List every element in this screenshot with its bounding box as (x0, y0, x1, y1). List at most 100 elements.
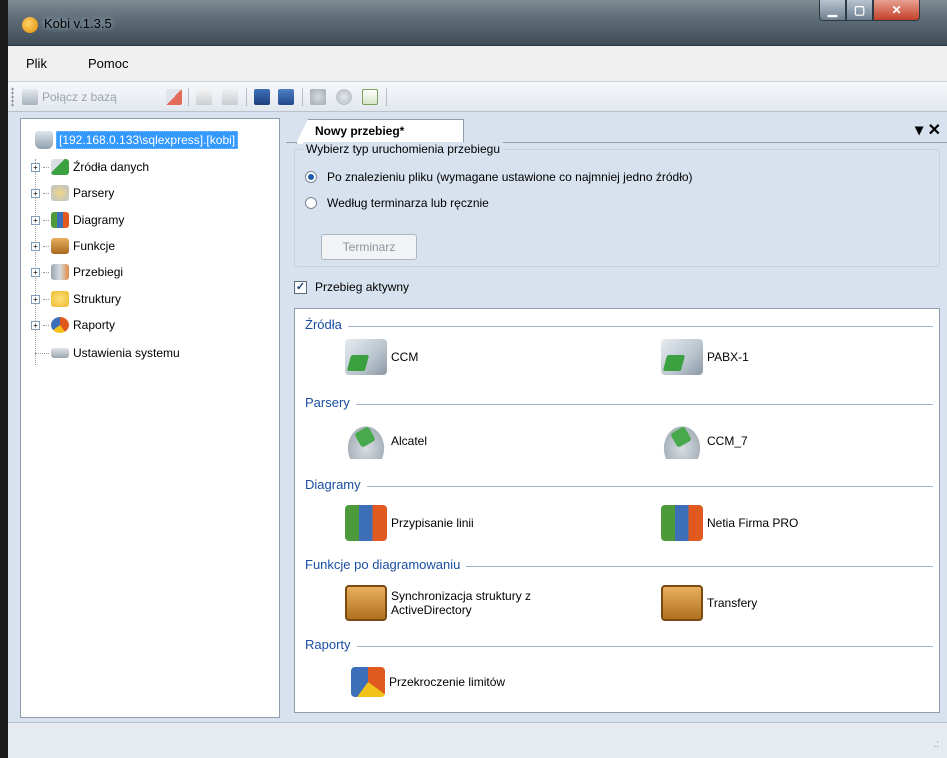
tab-nowy-przebieg[interactable]: Nowy przebieg* (296, 119, 464, 144)
function-box-icon (345, 585, 387, 621)
tree-item-diagramy[interactable]: + Diagramy (31, 210, 124, 230)
schedule-button[interactable]: Terminarz (321, 234, 417, 260)
radio-label: Według terminarza lub ręcznie (327, 196, 489, 210)
maximize-button[interactable]: ▢ (846, 0, 873, 21)
check-icon (222, 89, 238, 105)
disconnect-button[interactable] (166, 88, 182, 106)
tree-item-label: Raporty (73, 318, 116, 332)
tree-item-parsery[interactable]: + Parsery (31, 183, 114, 203)
app-window: Kobi v.1.3.5 ▁ ▢ ✕ Plik Pomoc Połącz z b… (8, 0, 947, 758)
function-item-sync-ad[interactable]: Synchronizacja struktury z ActiveDirecto… (345, 585, 575, 621)
parsers-icon (51, 185, 69, 201)
menu-bar: Plik Pomoc (8, 46, 947, 82)
minimize-button[interactable]: ▁ (819, 0, 846, 21)
run-summary-panel: Źródła CCM PABX-1 Parsery Alcatel CCM_7 (294, 308, 940, 713)
runs-icon (51, 264, 69, 280)
tree-item-ustawienia[interactable]: Ustawienia systemu (35, 343, 180, 363)
save-all-button[interactable] (278, 88, 294, 106)
gears-icon (336, 89, 352, 105)
check-button[interactable] (222, 88, 238, 106)
item-label: PABX-1 (707, 350, 749, 364)
section-heading: Diagramy (305, 477, 367, 492)
diagram-icon (345, 505, 387, 541)
tree-item-label: Źródła danych (73, 160, 150, 174)
tree-root-database[interactable]: [192.168.0.133\sqlexpress].[kobi] (35, 131, 239, 149)
tree-item-label: Przebiegi (73, 265, 124, 279)
source-item-ccm[interactable]: CCM (345, 339, 418, 375)
item-label: Netia Firma PRO (707, 516, 799, 530)
section-heading: Parsery (305, 395, 356, 410)
expand-toggle[interactable]: + (31, 294, 40, 304)
function-item-transfery[interactable]: Transfery (661, 585, 757, 621)
database-disconnect-icon (166, 89, 182, 105)
radio-selected-icon[interactable] (305, 171, 317, 183)
refresh-icon (362, 89, 378, 105)
item-label: Alcatel (391, 434, 428, 448)
menu-pomoc[interactable]: Pomoc (88, 56, 128, 71)
parser-icon (345, 423, 387, 459)
radio-on-file-found[interactable]: Po znalezieniu pliku (wymagane ustawione… (305, 170, 693, 184)
toolbar-separator (188, 88, 189, 106)
item-label: Przekroczenie limitów (389, 675, 506, 689)
toolbar: Połącz z bazą (8, 82, 947, 112)
database-connect-icon (22, 89, 38, 105)
radio-label: Po znalezieniu pliku (wymagane ustawione… (327, 170, 693, 184)
item-label: CCM (391, 350, 419, 364)
active-run-label: Przebieg aktywny (315, 280, 410, 294)
tree-item-struktury[interactable]: + Struktury (31, 289, 121, 309)
save-icon (254, 89, 270, 105)
parser-item-ccm7[interactable]: CCM_7 (661, 423, 748, 459)
data-source-icon (661, 339, 703, 375)
data-sources-icon (51, 159, 69, 175)
resize-grip-icon[interactable]: .: (933, 739, 939, 750)
expand-toggle[interactable]: + (31, 215, 40, 225)
parser-item-alcatel[interactable]: Alcatel (345, 423, 427, 459)
expand-toggle[interactable]: + (31, 267, 40, 277)
new-button[interactable] (196, 88, 212, 106)
section-heading: Raporty (305, 637, 357, 652)
tab-menu-close-icons[interactable]: ▾ ✕ (915, 120, 941, 140)
toolbar-separator (302, 88, 303, 106)
parser-icon (661, 423, 703, 459)
diagram-item-przypisanie[interactable]: Przypisanie linii (345, 505, 474, 541)
radio-schedule-or-manual[interactable]: Według terminarza lub ręcznie (305, 196, 489, 210)
tree-item-label: Parsery (73, 186, 115, 200)
radio-unselected-icon[interactable] (305, 197, 317, 209)
save-button[interactable] (254, 88, 270, 106)
save-all-icon (278, 89, 294, 105)
expand-toggle[interactable]: + (31, 320, 40, 330)
app-logo-icon (22, 17, 38, 33)
system-settings-icon (51, 348, 69, 358)
close-button[interactable]: ✕ (873, 0, 920, 21)
connect-button[interactable]: Połącz z bazą (22, 88, 117, 106)
tree-item-label: Struktury (73, 292, 122, 306)
toolbar-grip[interactable] (11, 87, 14, 107)
tree-item-funkcje[interactable]: + Funkcje (31, 236, 115, 256)
functions-icon (51, 238, 69, 254)
reports-icon (51, 317, 69, 333)
data-source-icon (345, 339, 387, 375)
refresh-button[interactable] (362, 88, 378, 106)
expand-toggle[interactable]: + (31, 162, 40, 172)
report-item-limity[interactable]: Przekroczenie limitów (345, 667, 505, 697)
tree-item-zrodla[interactable]: + Źródła danych (31, 157, 149, 177)
diagram-item-netia[interactable]: Netia Firma PRO (661, 505, 798, 541)
connect-label: Połącz z bazą (42, 90, 117, 104)
title-bar[interactable]: Kobi v.1.3.5 ▁ ▢ ✕ (8, 0, 947, 46)
puzzle-icon (310, 89, 326, 105)
menu-plik[interactable]: Plik (26, 56, 47, 71)
source-item-pabx[interactable]: PABX-1 (661, 339, 749, 375)
settings-button[interactable] (336, 88, 352, 106)
active-run-checkbox[interactable]: ✓ Przebieg aktywny (294, 280, 409, 294)
components-button[interactable] (310, 88, 326, 106)
tree-item-raporty[interactable]: + Raporty (31, 315, 115, 335)
checkbox-checked-icon[interactable]: ✓ (294, 280, 307, 294)
status-bar: .: (8, 722, 947, 758)
tree-item-label: Funkcje (73, 239, 116, 253)
navigation-tree[interactable]: [192.168.0.133\sqlexpress].[kobi] + Źród… (20, 118, 280, 718)
expand-toggle[interactable]: + (31, 241, 40, 251)
new-icon (196, 89, 212, 105)
tree-item-przebiegi[interactable]: + Przebiegi (31, 262, 123, 282)
item-label: Przypisanie linii (391, 516, 474, 530)
expand-toggle[interactable]: + (31, 188, 40, 198)
